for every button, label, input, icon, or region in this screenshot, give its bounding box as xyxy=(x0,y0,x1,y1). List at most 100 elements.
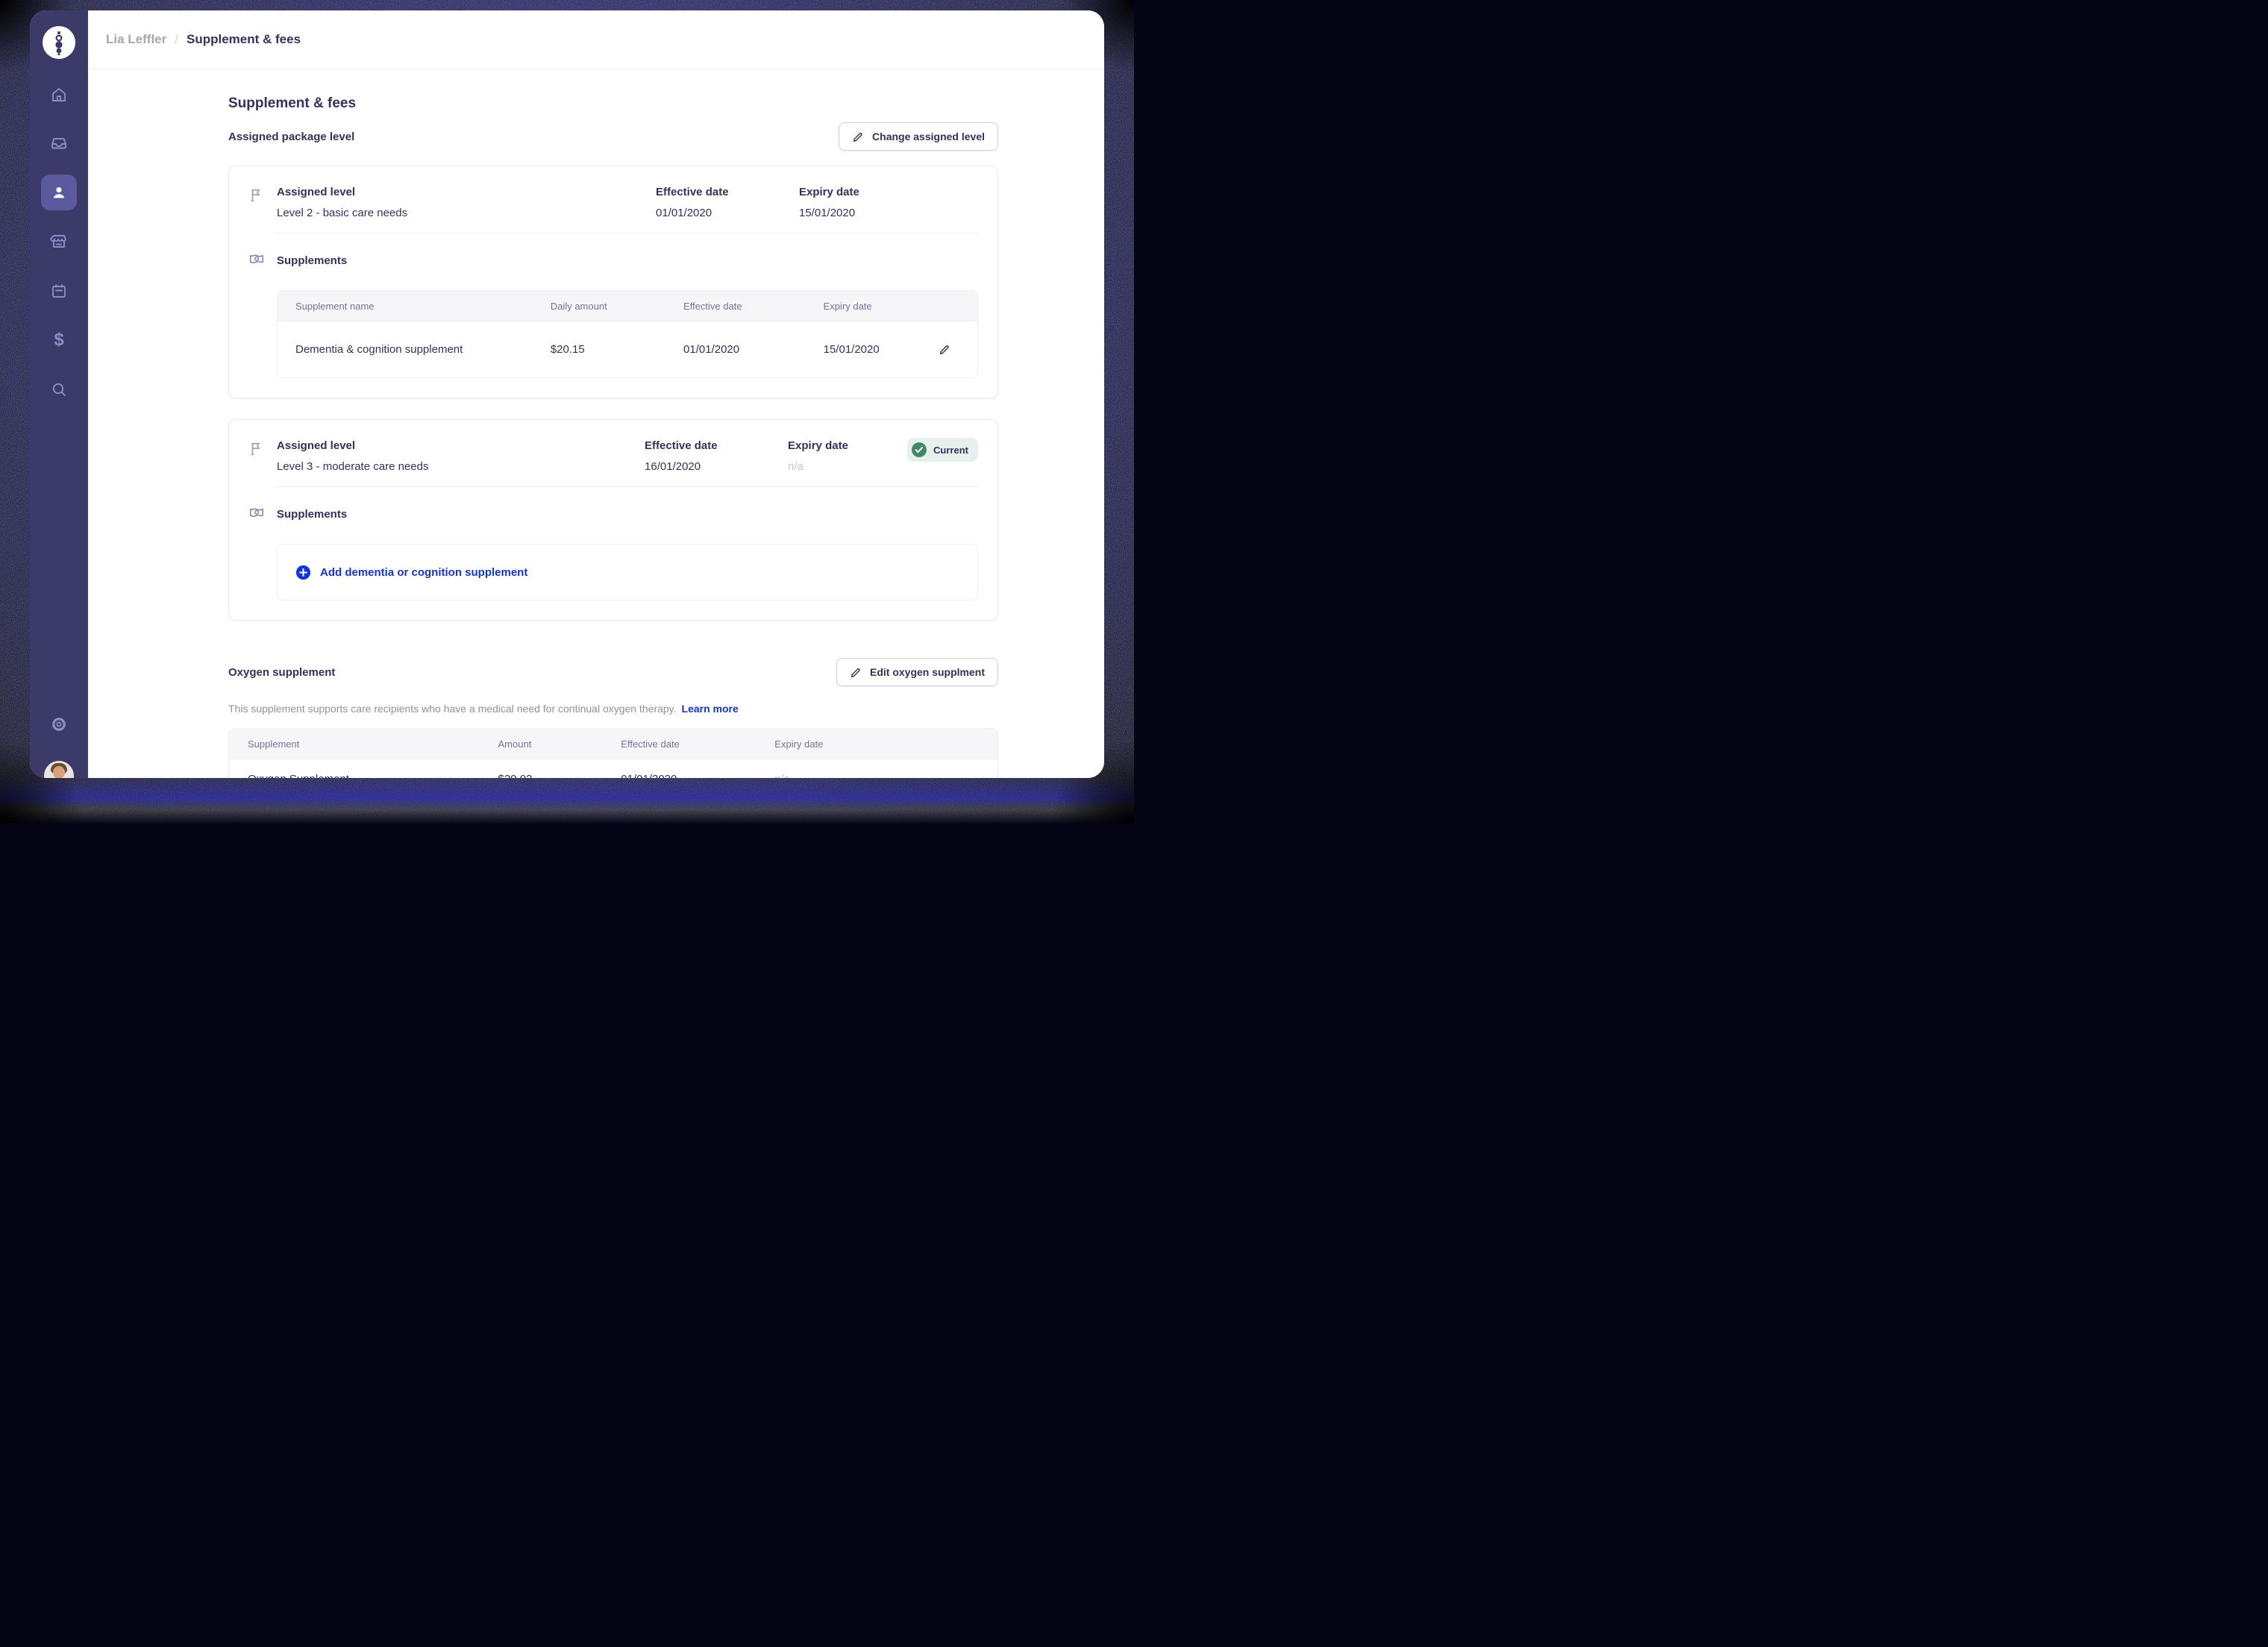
card2-expiry-col: Expiry date n/a xyxy=(788,439,907,473)
pencil-icon xyxy=(850,668,860,677)
card1-supplements-header: Supplements xyxy=(248,250,978,271)
page-content: Supplement & fees Assigned package level… xyxy=(88,69,1104,778)
card2-effective-label: Effective date xyxy=(645,439,718,452)
card2-effective-col: Effective date 16/01/2020 xyxy=(645,439,788,473)
sidebar-item-settings[interactable] xyxy=(41,706,77,742)
header-daily-amount: Daily amount xyxy=(550,300,607,312)
cell-daily-amount: $20.15 xyxy=(550,343,585,356)
card2-assigned-level-value: Level 3 - moderate care needs xyxy=(277,460,429,473)
breadcrumb-current: Supplement & fees xyxy=(186,31,301,46)
inbox-icon xyxy=(51,138,66,149)
plus-circle-icon xyxy=(295,565,311,580)
card2-effective-value: 16/01/2020 xyxy=(645,460,701,473)
dollar-icon: $ xyxy=(54,330,64,350)
sidebar-item-search[interactable] xyxy=(41,371,77,407)
cell-expiry-date: 15/01/2020 xyxy=(823,343,880,356)
table-header-row: Supplement name Daily amount Effective d… xyxy=(278,291,977,321)
add-supplement-button[interactable]: Add dementia or cognition supplement xyxy=(277,544,978,600)
cell-supplement-name: Dementia & cognition supplement xyxy=(295,343,463,356)
card1-top-row: Assigned level Level 2 - basic care need… xyxy=(248,186,978,219)
card1-expiry-col: Expiry date 15/01/2020 xyxy=(799,186,978,219)
card1-supplements-label: Supplements xyxy=(277,254,348,267)
learn-more-link[interactable]: Learn more xyxy=(682,703,739,715)
card2-top-row: Assigned level Level 3 - moderate care n… xyxy=(248,438,978,473)
add-supplement-label: Add dementia or cognition supplement xyxy=(320,565,528,579)
card2-assigned-level-label: Assigned level xyxy=(277,439,356,452)
cell-amount: $20.02 xyxy=(498,773,621,778)
main-area: Lia Leffler / Supplement & fees Suppleme… xyxy=(88,10,1104,778)
card2-expiry-label: Expiry date xyxy=(788,439,848,452)
page-title: Supplement & fees xyxy=(228,95,357,111)
card2-flag xyxy=(248,439,277,462)
edit-supplement-button[interactable] xyxy=(936,340,954,359)
cell-expiry-date: n/a xyxy=(774,773,997,778)
breadcrumb: Lia Leffler / Supplement & fees xyxy=(88,10,1104,69)
card1-banknote xyxy=(248,250,277,271)
gear-icon xyxy=(52,718,66,731)
card2-expiry-value: n/a xyxy=(788,460,803,473)
assigned-package-level-label: Assigned package level xyxy=(228,130,355,143)
change-assigned-level-button[interactable]: Change assigned level xyxy=(839,122,998,151)
storefront-icon xyxy=(50,235,66,248)
oxygen-table-header-row: Supplement Amount Effective date Expiry … xyxy=(229,729,997,759)
assigned-level-card-2: Assigned level Level 3 - moderate care n… xyxy=(228,419,998,621)
header-supplement-name: Supplement name xyxy=(295,300,375,312)
cell-effective-date: 01/01/2020 xyxy=(621,773,774,778)
card1-expiry-label: Expiry date xyxy=(799,186,859,198)
app-logo[interactable] xyxy=(43,26,75,59)
assigned-level-card-1: Assigned level Level 2 - basic care need… xyxy=(228,166,998,398)
card2-level-col: Assigned level Level 3 - moderate care n… xyxy=(277,439,645,473)
oxygen-table-row: Oxygen Supplement $20.02 01/01/2020 n/a xyxy=(229,759,997,778)
card2-supplements-header: Supplements xyxy=(248,503,978,524)
header-supplement: Supplement xyxy=(248,738,300,750)
sidebar-item-calendar[interactable] xyxy=(41,273,77,309)
card1-flag xyxy=(248,186,277,208)
sidebar-item-person-active[interactable] xyxy=(41,175,77,210)
search-icon xyxy=(52,383,66,396)
card1-effective-col: Effective date 01/01/2020 xyxy=(656,186,799,219)
header-effective-date: Effective date xyxy=(621,738,680,750)
oxygen-table: Supplement Amount Effective date Expiry … xyxy=(228,728,998,778)
card1-assigned-level-value: Level 2 - basic care needs xyxy=(277,207,408,219)
sidebar: $ xyxy=(30,10,88,778)
card1-level-col: Assigned level Level 2 - basic care need… xyxy=(277,186,656,219)
person-icon xyxy=(53,187,65,198)
card1-effective-value: 01/01/2020 xyxy=(656,207,712,219)
edit-oxygen-supplement-label: Edit oxygen supplment xyxy=(869,666,985,678)
current-status-badge: Current xyxy=(907,438,978,462)
banknote-icon xyxy=(249,508,264,517)
card2-divider xyxy=(277,486,978,487)
flag-icon xyxy=(251,189,260,202)
cell-supplement: Oxygen Supplement xyxy=(229,773,498,778)
oxygen-supplement-label: Oxygen supplement xyxy=(228,665,336,679)
oxygen-description: This supplement supports care recipients… xyxy=(228,703,998,715)
sidebar-item-inbox[interactable] xyxy=(41,125,77,161)
pencil-icon xyxy=(853,132,862,142)
app-window: $ Lia Leffler / Supplement & fees Supple… xyxy=(30,10,1104,778)
table-row: Dementia & cognition supplement $20.15 0… xyxy=(278,321,977,377)
card1-expiry-value: 15/01/2020 xyxy=(799,207,856,219)
user-avatar[interactable] xyxy=(44,761,74,778)
cell-effective-date: 01/01/2020 xyxy=(683,343,740,356)
header-expiry-date: Expiry date xyxy=(823,300,872,312)
check-circle-icon xyxy=(912,442,927,457)
sidebar-item-payments[interactable]: $ xyxy=(41,322,77,358)
card1-assigned-level-label: Assigned level xyxy=(277,186,356,198)
edit-oxygen-supplement-button[interactable]: Edit oxygen supplment xyxy=(836,658,998,686)
sidebar-item-store[interactable] xyxy=(41,224,77,260)
card2-banknote xyxy=(248,503,277,524)
card1-supplements-table: Supplement name Daily amount Effective d… xyxy=(277,290,978,378)
card1-effective-label: Effective date xyxy=(656,186,729,198)
card2-supplements-label: Supplements xyxy=(277,507,348,521)
oxygen-section-header: Oxygen supplement Edit oxygen supplment xyxy=(228,658,998,686)
header-expiry-date: Expiry date xyxy=(774,738,824,750)
header-amount: Amount xyxy=(498,738,532,750)
sidebar-item-home[interactable] xyxy=(41,77,77,113)
current-badge-label: Current xyxy=(933,444,968,456)
pencil-icon xyxy=(939,345,949,355)
flag-icon xyxy=(251,442,260,456)
breadcrumb-parent[interactable]: Lia Leffler xyxy=(106,32,166,47)
change-assigned-level-label: Change assigned level xyxy=(872,131,985,142)
logo-dots-icon xyxy=(55,31,63,55)
avatar-face xyxy=(53,766,65,778)
